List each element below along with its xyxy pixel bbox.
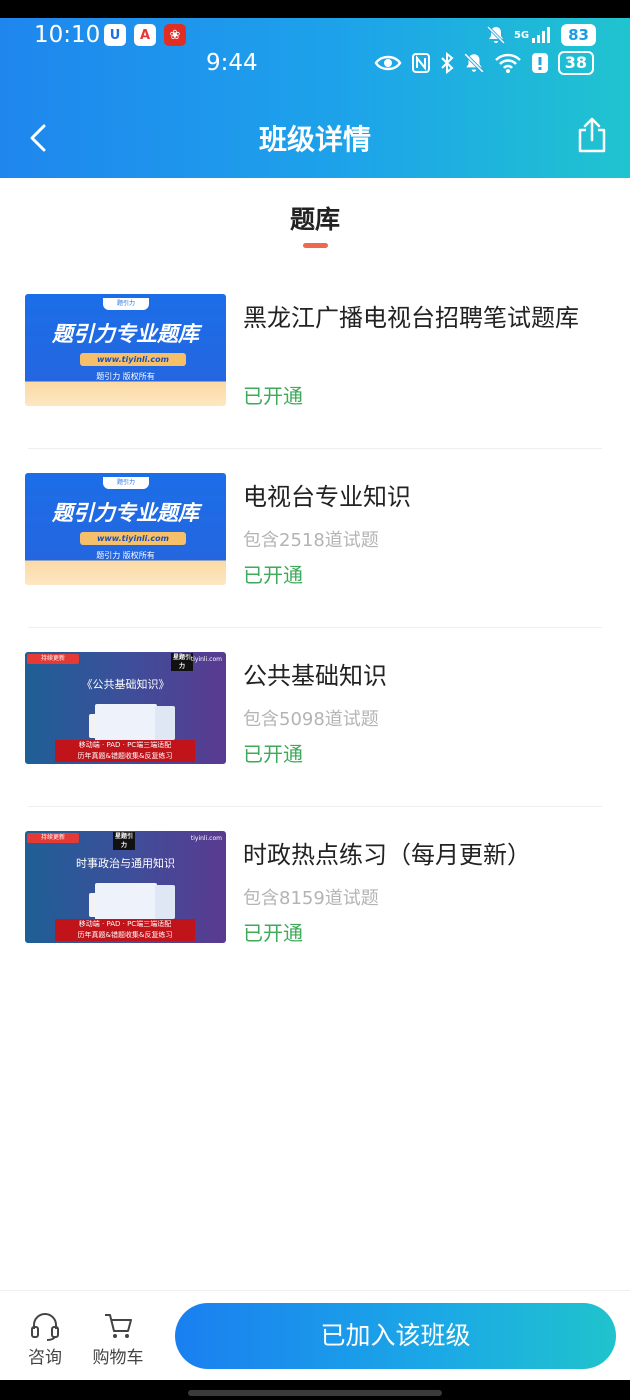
item-question-count: 包含8159道试题: [243, 888, 379, 909]
item-title: 黑龙江广播电视台招聘笔试题库: [243, 304, 579, 332]
question-bank-list: 题引力 题引力专业题库 www.tiyinli.com 题引力 版权所有 黑龙江…: [0, 270, 630, 986]
item-status: 已开通: [243, 742, 303, 766]
eye-icon: [374, 55, 402, 71]
thumb-logo: 星题引力: [171, 653, 193, 671]
inner-status-time: 9:44: [206, 50, 258, 76]
screen: 10:10 U A ❀ 5G 83 9:44 38 班级详情 题库 题引力 题引…: [0, 0, 630, 1400]
consult-label: 咨询: [28, 1348, 62, 1368]
thumb-banner-line1: 移动端 · PAD · PC端三端适配: [78, 741, 172, 749]
thumb-brand: 题引力: [103, 298, 149, 310]
thumb-badge: 持续更新: [27, 654, 79, 664]
red-a-app-icon: A: [134, 24, 156, 46]
cart-icon: [105, 1314, 132, 1338]
thumb-banner: 移动端 · PAD · PC端三端适配 历年真题&错题收集&反复练习: [55, 919, 195, 941]
thumb-title: 《公共基础知识》: [81, 678, 170, 691]
thumb-title: 题引力专业题库: [52, 322, 199, 346]
thumb-banner-line1: 移动端 · PAD · PC端三端适配: [78, 920, 172, 928]
thumb-tablet-graphic: [155, 706, 175, 740]
network-type: 5G: [513, 29, 530, 41]
joined-class-button[interactable]: 已加入该班级: [175, 1303, 616, 1369]
thumb-banner-line2: 历年真题&错题收集&反复练习: [77, 752, 173, 760]
cart-label: 购物车: [92, 1348, 144, 1368]
thumb-badge: 持续更新: [27, 833, 79, 843]
item-question-count: 包含2518道试题: [243, 530, 379, 551]
thumb-site: tiyinli.com: [190, 835, 222, 842]
item-title: 时政热点练习（每月更新）: [243, 841, 531, 869]
mute-bell-icon: [486, 25, 506, 45]
thumb-banner: 移动端 · PAD · PC端三端适配 历年真题&错题收集&反复练习: [55, 740, 195, 762]
thumb-banner-line2: 历年真题&错题收集&反复练习: [77, 931, 173, 939]
item-thumbnail: 题引力 题引力专业题库 www.tiyinli.com 题引力 版权所有: [25, 294, 226, 406]
item-title: 公共基础知识: [243, 662, 387, 690]
inner-status-icons: 38: [374, 51, 594, 75]
thumb-tablet-graphic: [155, 885, 175, 919]
signal-icon: [532, 27, 551, 43]
item-status: 已开通: [243, 563, 303, 587]
header: 10:10 U A ❀ 5G 83 9:44 38 班级详情: [0, 18, 630, 178]
item-thumbnail: 题引力 题引力专业题库 www.tiyinli.com 题引力 版权所有: [25, 473, 226, 585]
thumb-url: www.tiyinli.com: [80, 353, 186, 366]
pinduoduo-app-icon: ❀: [164, 24, 186, 46]
cart-button[interactable]: 购物车: [88, 1311, 148, 1368]
tab-question-bank[interactable]: 题库: [0, 200, 630, 236]
item-thumbnail: 持续更新 星题引力 tiyinli.com 《公共基础知识》 移动端 · PAD…: [25, 652, 226, 764]
item-question-count: 包含5098道试题: [243, 709, 379, 730]
item-title: 电视台专业知识: [243, 483, 411, 511]
outer-status-icons: 5G 83: [486, 24, 596, 46]
bottom-action-bar: 咨询 购物车 已加入该班级: [0, 1290, 630, 1380]
thumb-laptop-graphic: [95, 704, 157, 742]
nfc-icon: [411, 53, 430, 73]
thumb-logo: 星题引力: [113, 832, 135, 850]
share-icon[interactable]: [576, 116, 608, 154]
consult-button[interactable]: 咨询: [15, 1311, 75, 1368]
list-item[interactable]: 题引力 题引力专业题库 www.tiyinli.com 题引力 版权所有 电视台…: [0, 449, 630, 628]
thumb-brand: 题引力: [103, 477, 149, 489]
thumb-copyright: 题引力 版权所有: [96, 372, 155, 381]
home-indicator[interactable]: [188, 1390, 442, 1396]
list-item[interactable]: 持续更新 星题引力 tiyinli.com 时事政治与通用知识 移动端 · PA…: [0, 807, 630, 986]
item-status: 已开通: [243, 921, 303, 945]
page-title: 班级详情: [258, 123, 371, 156]
thumb-url: www.tiyinli.com: [80, 532, 186, 545]
wifi-icon: [494, 53, 521, 73]
outer-battery: 83: [561, 24, 596, 46]
thumb-title: 题引力专业题库: [52, 501, 199, 525]
thumb-title: 时事政治与通用知识: [76, 857, 175, 870]
list-item[interactable]: 持续更新 星题引力 tiyinli.com 《公共基础知识》 移动端 · PAD…: [0, 628, 630, 807]
thumb-copyright: 题引力 版权所有: [96, 551, 155, 560]
alert-icon: [531, 53, 548, 73]
inner-battery: 38: [557, 51, 594, 75]
item-status: 已开通: [243, 384, 303, 408]
top-bezel: [0, 0, 630, 18]
item-thumbnail: 持续更新 星题引力 tiyinli.com 时事政治与通用知识 移动端 · PA…: [25, 831, 226, 943]
outer-status-time: 10:10: [34, 22, 101, 48]
notification-app-icons: U A ❀: [104, 24, 186, 46]
list-item[interactable]: 题引力 题引力专业题库 www.tiyinli.com 题引力 版权所有 黑龙江…: [0, 270, 630, 449]
headset-icon: [31, 1313, 59, 1341]
tab-indicator: [303, 243, 328, 248]
thumb-laptop-graphic: [95, 883, 157, 921]
thumb-site: tiyinli.com: [190, 656, 222, 663]
mute-bell-icon-2: [463, 53, 484, 73]
bluetooth-icon: [441, 52, 454, 74]
security-app-icon: U: [104, 24, 126, 46]
